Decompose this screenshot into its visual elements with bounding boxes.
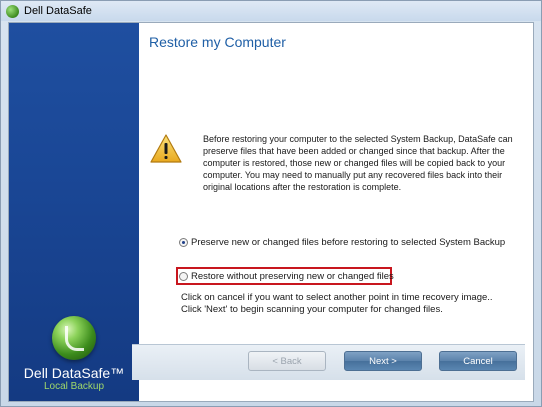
restore-without-preserving-option[interactable]: Restore without preserving new or change… [179,271,394,282]
restore-without-preserving-radio[interactable] [179,272,188,281]
datasafe-logo-icon [6,4,19,18]
preserve-files-label: Preserve new or changed files before res… [191,237,506,248]
preserve-files-option[interactable]: Preserve new or changed files before res… [179,237,505,248]
hint-line-next: Click 'Next' to begin scanning your comp… [181,304,443,315]
page-title: Restore my Computer [149,34,286,50]
preserve-files-radio[interactable] [179,238,188,247]
instructions: Click on cancel if you want to select an… [181,292,511,316]
warning-triangle-icon [150,134,182,163]
datasafe-orb-icon [52,316,96,360]
sidebar-panel: Dell DataSafe™ Local Backup [9,23,139,401]
datasafe-window: Dell DataSafe Dell DataSafe™ Local Backu… [0,0,542,407]
restore-without-preserving-label: Restore without preserving new or change… [191,271,394,282]
title-bar[interactable]: Dell DataSafe [1,1,541,21]
warning-message: Before restoring your computer to the se… [203,134,513,192]
next-button[interactable]: Next > [344,351,422,371]
brand-name: Dell DataSafe™ [23,365,125,381]
cancel-button[interactable]: Cancel [439,351,517,371]
window-title: Dell DataSafe [24,5,92,17]
back-button[interactable]: < Back [248,351,326,371]
hint-line-cancel: Click on cancel if you want to select an… [181,292,493,303]
brand-subtitle: Local Backup [43,381,105,392]
